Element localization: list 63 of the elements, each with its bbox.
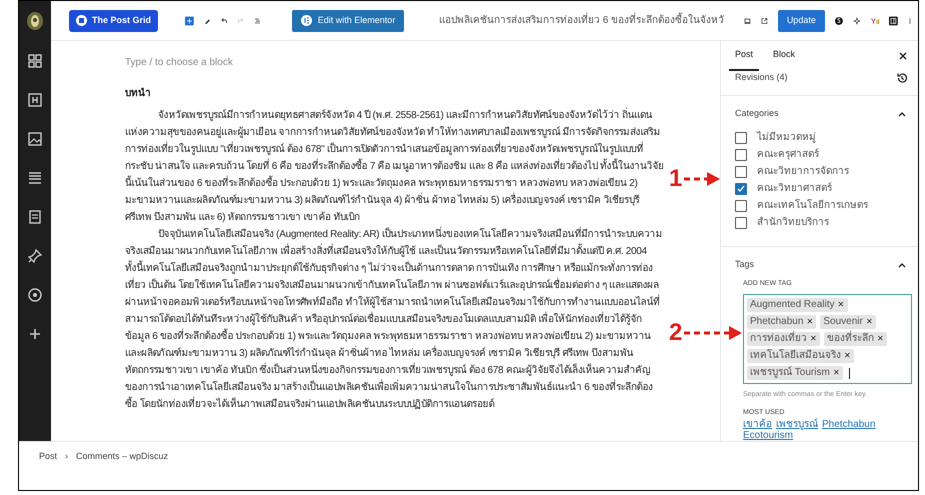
category-label: ไม่มีหมวดหมู่ bbox=[757, 133, 816, 143]
tag-label: เพชรบูรณ์ Tourism bbox=[750, 368, 830, 378]
section-heading: บทนำ bbox=[125, 86, 152, 101]
remove-tag-button[interactable]: ✕ bbox=[832, 369, 840, 377]
image-icon[interactable] bbox=[27, 130, 43, 146]
category-label: คณะวิทยาศาสตร์ bbox=[757, 184, 832, 194]
revisions-link[interactable]: Revisions (4) bbox=[735, 71, 788, 84]
panel-title[interactable]: Categories bbox=[735, 106, 779, 120]
tag-link[interactable]: เขาค้อ bbox=[743, 420, 772, 430]
grid-circle-icon bbox=[76, 15, 87, 26]
update-button[interactable]: Update bbox=[778, 10, 825, 32]
tag-label: เทคโนโลยีเสมือนจริง bbox=[750, 351, 841, 361]
category-checkbox[interactable] bbox=[735, 200, 747, 212]
remove-tag-button[interactable]: ✕ bbox=[866, 318, 873, 326]
sidebar-tab[interactable]: Block bbox=[767, 41, 802, 71]
caret-up-icon[interactable] bbox=[898, 262, 906, 268]
annotation-number: 1 bbox=[669, 167, 682, 191]
tag-label: Augmented Reality bbox=[750, 300, 834, 310]
breadcrumb-separator: › bbox=[65, 450, 68, 463]
stack-icon[interactable] bbox=[27, 170, 43, 186]
tag-link[interactable]: เพชรบูรณ์ bbox=[776, 420, 818, 430]
tag-link[interactable]: Ecotourism bbox=[743, 431, 794, 441]
panel-title[interactable]: Tags bbox=[735, 258, 754, 272]
tag-label: Souvenir bbox=[823, 317, 863, 327]
elementor-icon bbox=[300, 15, 312, 26]
history-icon[interactable] bbox=[896, 72, 908, 84]
post-grid-button[interactable]: The Post Grid bbox=[69, 10, 158, 32]
remove-tag-button[interactable]: ✕ bbox=[877, 335, 884, 343]
tag-link[interactable]: Phetchabun bbox=[822, 420, 876, 430]
dashed-arrow bbox=[684, 172, 720, 186]
category-label: สำนักวิทยบริการ bbox=[757, 218, 829, 228]
pin-icon[interactable] bbox=[27, 248, 43, 264]
close-icon[interactable] bbox=[898, 51, 908, 61]
dashed-arrow bbox=[684, 326, 742, 340]
sidebar-tab[interactable]: Post bbox=[729, 41, 760, 71]
tag-label: Phetchabun bbox=[750, 317, 804, 327]
document-icon[interactable] bbox=[27, 208, 43, 224]
category-checkbox[interactable] bbox=[735, 132, 747, 144]
remove-tag-button[interactable]: ✕ bbox=[838, 301, 844, 309]
site-logo-icon[interactable] bbox=[26, 11, 44, 31]
breadcrumb-item[interactable]: Post bbox=[39, 450, 58, 464]
category-checkbox[interactable] bbox=[735, 166, 747, 178]
category-checkbox[interactable] bbox=[735, 149, 747, 161]
category-checkbox[interactable] bbox=[735, 183, 747, 195]
category-label: คณะวิทยาการจัดการ bbox=[757, 167, 849, 177]
elementor-button[interactable]: Edit with Elementor bbox=[292, 10, 404, 32]
remove-tag-button[interactable]: ✕ bbox=[810, 335, 817, 343]
category-label: คณะครุศาสตร์ bbox=[757, 150, 819, 160]
category-label: คณะเทคโนโลยีการเกษตร bbox=[757, 201, 868, 211]
ring-icon[interactable] bbox=[27, 286, 43, 302]
paragraph: ปัจจุบันเทคโนโลยีเสมือนจริง (Augmented Reality: AR) เป็นประเภทหนึ่งของเทคโนโลยีความจริงเสมือนที่มีการนำระบบความจริงเสมือนมาผนวกกับเทคโนโลยีภาพ เพื่อสร้างสิ่งที่เสมือนจริงให้กับผู้ใช้ และเป็นนวัตกรรมหรือเทคโนโลยีที่มีมาตั้งแต่ปี ค.ศ. 2004 ทั้งนี้เทคโนโลยีเสมือนจริงถูกนำมาประยุกต์ใช้กับธุรกิจต่าง ๆ ไม่ว่าจะเป็นด้านการตลาด การบันเทิง การศึกษา หรือแม้กระทั่งการท่องเที่ยว เป็นต้น โดยใช้เทคโนโลยีความจริงเสมือนมาผนวกเข้ากับเทคโนโลยีภาพ ผ่านซอฟต์แวร์และอุปกรณ์เชื่อมต่อต่าง ๆ และแสดงผลผ่านหน้าจอคอมพิวเตอร์หรือบนหน้าจอโทรศัพท์มือถือ ทำให้ผู้ใช้สามารถนำเทคโนโลยีเสมือนจริงมาใช้กับการทำงานแบบออนไลน์ที่สามารถโต้ตอบได้ทันทีระหว่างผู้ใช้กับสินค้า หรืออุปกรณ์ต่อเชื่อมแบบเสมือนจริงของโมเดลแบบสามมิติ เพื่อให้นักท่องเที่ยวได้รู้จักข้อมูล 6 ของที่ระลึกต้องซื้อ ประกอบด้วย 1) พระและวัตถุมงคล พระพุทธมหาธรรมราชา หลวงพ่อทบ หลวงพ่อเขียน 2) มะขามหวานและผลิตภัณฑ์มะขามหวาน 3) ผลิตภัณฑ์ไร่กำนันจุล ผ้าซิ่นผ้าทอ ไทหล่ม เครื่องเบญจรงค์ เซรามิค วิเชียรบุรี ศรีเทพ บึงสามพัน หัตถกรรมชาวเขา เขาค้อ ทับเบิก ซึ่งเป็นส่วนหนึ่งของกิจกรรมของการเที่ยวเพชรบูรณ์ ต้อง 678 คณะผู้วิจัยจึงได้เล็งเห็นความสำคัญของการนำเอาเทคโนโลยีเสมือนจริง มาสร้างเป็นแอปพลิเคชันเพื่อเพิ่มความน่าสนใจในการประชาสัมพันธ์แนะนำ 6 ของที่ระลึกต้องซื้อ โดยนักท่องเที่ยวจะได้เห็นภาพเสมือนจริงผ่านแอปพลิเคชันบนระบบปฏิบัติการแอนดรอยด์ bbox=[125, 226, 664, 413]
document-title[interactable]: แอปพลิเคชันการส่งเสริมการท่องเที่ยว 6 ของที่ระลึกต้องซื้อในจังหวั bbox=[439, 13, 724, 28]
tag-input-field[interactable]: Augmented Reality ✕ Phetchabun ✕ Souvenir ✕ การท่องเที่ยว ✕ ของที่ระลึก ✕ เทคโนโลยีเสมือนจริง ✕ เพชรบูรณ์ Tourism ✕ bbox=[743, 294, 912, 384]
paragraph: จังหวัดเพชรบูรณ์มีการกำหนดยุทธศาสตร์จังหวัด 4 ปี (พ.ศ. 2558-2561) และมีการกำหนดวิสัยทัศน์ของจังหวัดไว้ว่า ถิ่นแดนแห่งความสุขของคนอยู่และผู้มาเยือน จากการกำหนดวิสัยทัศน์ของจังหวัด ทำให้ทางเทศบาลเมืองเพชรบูรณ์ มีการจัดกิจกรรมส่งเสริมการท่องเที่ยวในรูปแบบ "เที่ยวเพชรบูรณ์ ต้อง 678" เป็นการเปิดตัวการนำเสนอข้อมูลการท่องเที่ยวของจังหวัดเพชรบูรณ์ในรูปแบบที่กระชับ น่าสนใจ และครบถ้วน โดยที่ 6 คือ ของที่ระลึกต้องซื้อ 7 คือ เมนูอาหารต้องชิม และ 8 คือ แหล่งท่องเที่ยวต้องไป ทั้งนี้ในงานวิจัยนี้เน้นในส่วนของ 6 ของที่ระลึกต้องซื้อ ประกอบด้วย 1) พระและวัตถุมงคล พระพุทธมหาธรรมราชา หลวงพ่อทบ หลวงพ่อเขียน 2) มะขามหวานและผลิตภัณฑ์มะขามหวาน 3) ผลิตภัณฑ์ไร่กำนันจุล 4) ผ้าซิ่น ผ้าทอ ไทหล่ม 5) เครื่องเบญจรงค์ เซรามิค วิเชียรบุรี ศรีเทพ บึงสามพัน และ 6) หัตถกรรมชาวเขา เขาค้อ ทับเบิก bbox=[125, 107, 664, 226]
breadcrumb-item[interactable]: Comments – wpDiscuz bbox=[76, 450, 168, 464]
caret-up-icon[interactable] bbox=[898, 110, 906, 116]
text-cursor bbox=[848, 368, 850, 378]
category-checkbox[interactable] bbox=[735, 217, 747, 229]
framed-h-icon[interactable] bbox=[27, 92, 43, 108]
annotation-number: 2 bbox=[669, 321, 682, 345]
blocks-icon[interactable] bbox=[27, 52, 43, 68]
remove-tag-button[interactable]: ✕ bbox=[844, 352, 851, 360]
remove-tag-button[interactable]: ✕ bbox=[806, 318, 814, 326]
